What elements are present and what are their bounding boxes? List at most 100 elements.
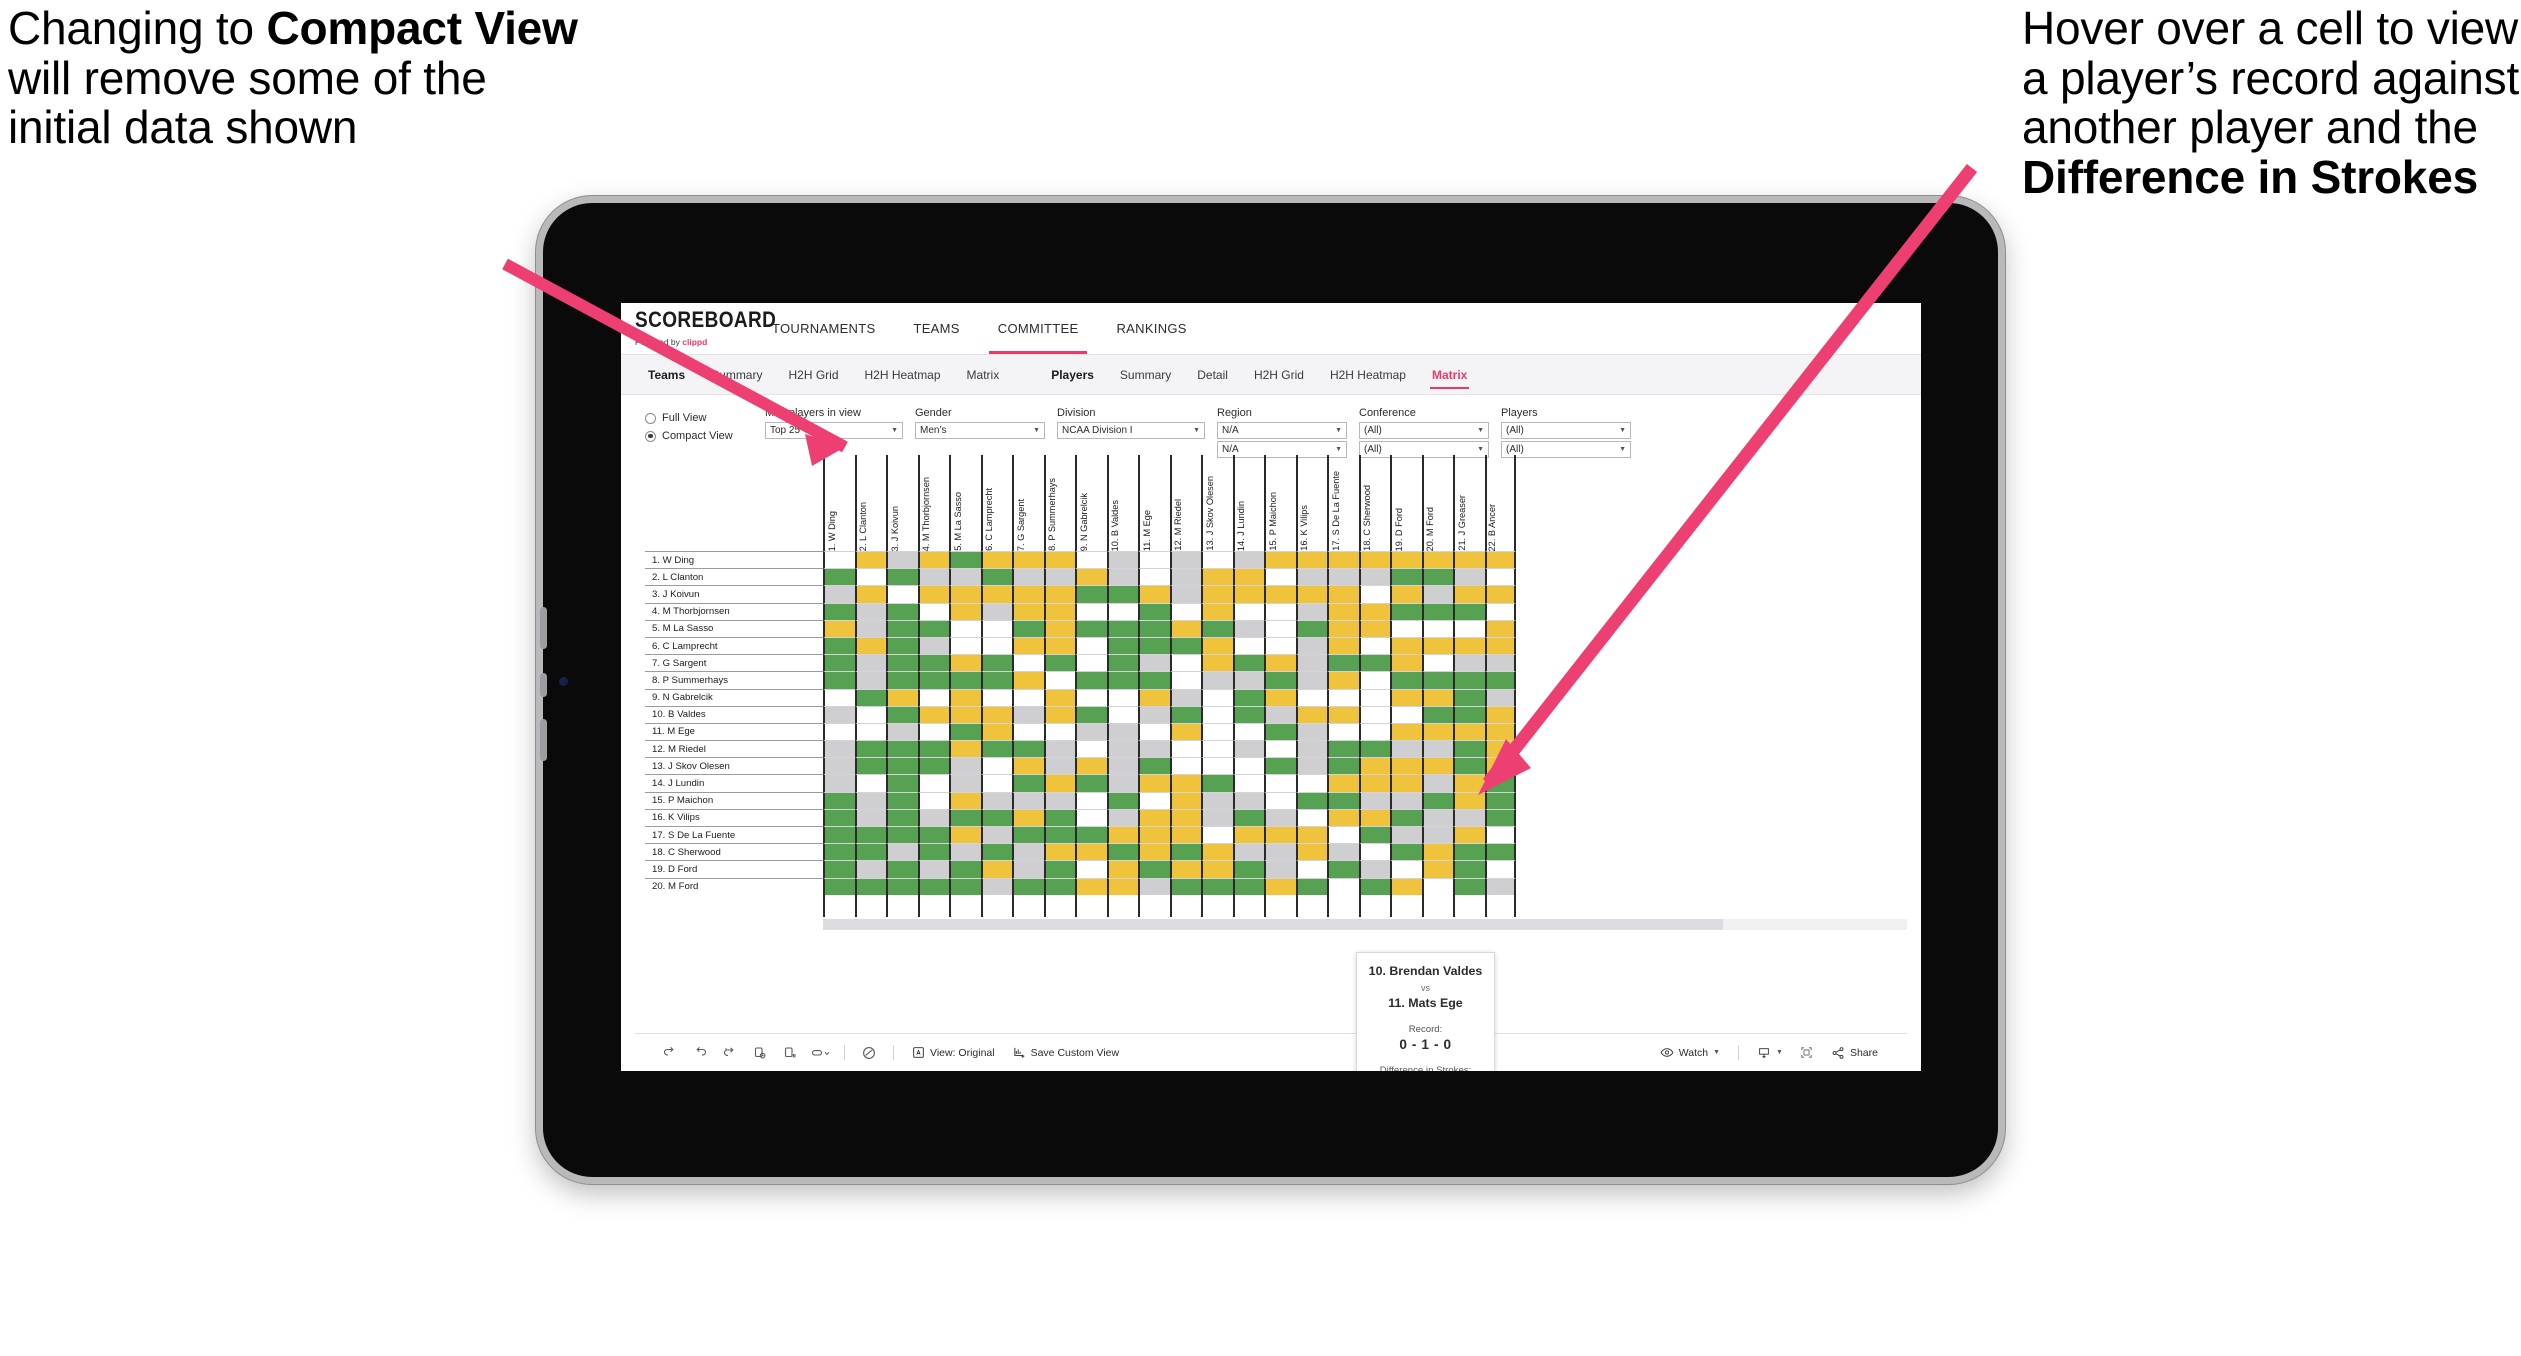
matrix-cell[interactable] — [1043, 722, 1075, 741]
download-button[interactable]: ▼ — [1748, 1038, 1792, 1068]
matrix-cell[interactable] — [886, 722, 918, 741]
matrix-cell[interactable] — [1043, 671, 1075, 689]
matrix-cell[interactable] — [1201, 568, 1233, 586]
matrix-cell[interactable] — [1295, 602, 1327, 620]
matrix-cell[interactable] — [1075, 826, 1107, 844]
matrix-cell[interactable] — [1075, 722, 1107, 741]
matrix-cell[interactable] — [1295, 860, 1327, 878]
matrix-cell[interactable] — [823, 860, 855, 878]
subnav-item-teams-h2h-heatmap[interactable]: H2H Heatmap — [852, 355, 954, 395]
matrix-cell[interactable] — [1453, 551, 1485, 569]
matrix-cell[interactable] — [1295, 877, 1327, 895]
matrix-cell[interactable] — [1075, 551, 1107, 569]
matrix-cell[interactable] — [1327, 551, 1359, 569]
matrix-cell[interactable] — [1201, 860, 1233, 878]
matrix-cell[interactable] — [1012, 585, 1044, 603]
subnav-item-teams-summary[interactable]: Summary — [698, 355, 775, 395]
matrix-cell[interactable] — [1390, 757, 1422, 775]
matrix-cell[interactable] — [1453, 636, 1485, 655]
matrix-cell[interactable] — [1043, 740, 1075, 758]
matrix-cell[interactable] — [1390, 877, 1422, 895]
matrix-cell[interactable] — [1484, 843, 1516, 861]
matrix-cell[interactable] — [1484, 791, 1516, 809]
matrix-cell[interactable] — [1358, 568, 1390, 586]
matrix-cell[interactable] — [1421, 860, 1453, 878]
matrix-cell[interactable] — [1295, 654, 1327, 672]
matrix-cell[interactable] — [854, 843, 886, 861]
matrix-cell[interactable] — [1138, 602, 1170, 620]
matrix-cell[interactable] — [1358, 705, 1390, 723]
matrix-cell[interactable] — [949, 636, 981, 655]
matrix-cell[interactable] — [823, 877, 855, 895]
matrix-cell[interactable] — [1390, 774, 1422, 792]
matrix-cell[interactable] — [1012, 688, 1044, 706]
h2h-matrix[interactable]: 1. W Ding 2. L Clanton 3. J Koivun 4. M Tho… — [645, 455, 1907, 1033]
matrix-cell[interactable] — [1043, 602, 1075, 620]
matrix-cell[interactable] — [1358, 826, 1390, 844]
matrix-cell[interactable] — [1138, 705, 1170, 723]
matrix-cell[interactable] — [1390, 722, 1422, 741]
matrix-cell[interactable] — [1264, 654, 1296, 672]
matrix-cell[interactable] — [1358, 688, 1390, 706]
matrix-cell[interactable] — [1295, 688, 1327, 706]
matrix-cell[interactable] — [886, 774, 918, 792]
matrix-cell[interactable] — [1421, 722, 1453, 741]
matrix-cell[interactable] — [1012, 568, 1044, 586]
matrix-cell[interactable] — [1075, 877, 1107, 895]
matrix-cell[interactable] — [1484, 585, 1516, 603]
matrix-cell[interactable] — [1138, 636, 1170, 655]
matrix-cell[interactable] — [949, 688, 981, 706]
matrix-cell[interactable] — [1421, 688, 1453, 706]
matrix-cell[interactable] — [1484, 654, 1516, 672]
matrix-cell[interactable] — [1358, 877, 1390, 895]
matrix-cell[interactable] — [1390, 568, 1422, 586]
matrix-cell[interactable] — [1201, 705, 1233, 723]
matrix-cell[interactable] — [1201, 877, 1233, 895]
subnav-item-players-h2h-grid[interactable]: H2H Grid — [1241, 355, 1317, 395]
matrix-cell[interactable] — [1232, 585, 1264, 603]
matrix-cell[interactable] — [1201, 688, 1233, 706]
matrix-cell[interactable] — [1390, 585, 1422, 603]
matrix-cell[interactable] — [854, 877, 886, 895]
matrix-cell[interactable] — [1012, 860, 1044, 878]
matrix-cell[interactable] — [1295, 585, 1327, 603]
matrix-cell[interactable] — [949, 568, 981, 586]
matrix-cell[interactable] — [1358, 671, 1390, 689]
matrix-cell[interactable] — [1421, 826, 1453, 844]
topnav-item-committee[interactable]: COMMITTEE — [979, 303, 1098, 354]
matrix-cell[interactable] — [1169, 619, 1201, 637]
matrix-cell[interactable] — [854, 740, 886, 758]
matrix-cell[interactable] — [1043, 843, 1075, 861]
matrix-cell[interactable] — [1075, 757, 1107, 775]
matrix-cell[interactable] — [1327, 774, 1359, 792]
matrix-cell[interactable] — [1327, 791, 1359, 809]
scrollbar-thumb[interactable] — [823, 918, 1723, 930]
matrix-cell[interactable] — [1390, 826, 1422, 844]
matrix-cell[interactable] — [1453, 757, 1485, 775]
matrix-cell[interactable] — [1169, 654, 1201, 672]
matrix-cell[interactable] — [1138, 791, 1170, 809]
matrix-cell[interactable] — [854, 602, 886, 620]
matrix-cell[interactable] — [1201, 654, 1233, 672]
matrix-cell[interactable] — [1138, 722, 1170, 741]
matrix-cell[interactable] — [1012, 705, 1044, 723]
matrix-cell[interactable] — [1232, 705, 1264, 723]
matrix-cell[interactable] — [917, 860, 949, 878]
matrix-cell[interactable] — [1295, 551, 1327, 569]
pan-icon[interactable] — [805, 1038, 835, 1068]
matrix-cell[interactable] — [1295, 757, 1327, 775]
matrix-cell[interactable] — [949, 808, 981, 826]
matrix-cell[interactable] — [1043, 791, 1075, 809]
matrix-cell[interactable] — [823, 705, 855, 723]
redo-icon[interactable] — [685, 1038, 715, 1068]
matrix-cell[interactable] — [1201, 551, 1233, 569]
matrix-cell[interactable] — [1390, 705, 1422, 723]
matrix-cell[interactable] — [1484, 602, 1516, 620]
matrix-cell[interactable] — [1138, 654, 1170, 672]
matrix-cell[interactable] — [854, 688, 886, 706]
matrix-cell[interactable] — [1390, 791, 1422, 809]
volume-down-button[interactable] — [540, 673, 547, 697]
matrix-cell[interactable] — [1012, 774, 1044, 792]
matrix-cell[interactable] — [1012, 808, 1044, 826]
filter-conference-select-1[interactable]: (All) ▼ — [1359, 422, 1489, 439]
